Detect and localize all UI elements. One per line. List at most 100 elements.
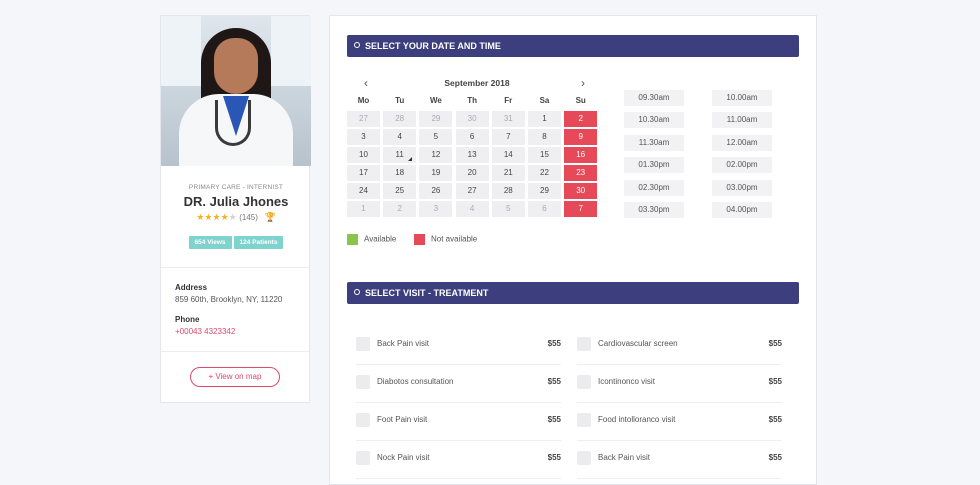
time-slot[interactable]: 01.30pm (624, 157, 684, 174)
time-slot[interactable]: 10.00am (712, 90, 772, 106)
treatment-checkbox[interactable] (577, 413, 591, 427)
treatment-price: $55 (547, 453, 561, 462)
treatment-checkbox[interactable] (577, 451, 591, 465)
time-slot[interactable]: 10.30am (624, 112, 684, 129)
calendar-day[interactable]: 25 (383, 183, 417, 199)
calendar-day[interactable]: 19 (419, 165, 453, 181)
treatment-item[interactable]: Icontinonco visit $55 (577, 367, 782, 405)
calendar-day[interactable]: 26 (419, 183, 453, 199)
time-slot[interactable]: 12.00am (712, 134, 772, 151)
doctor-profile-card: PRIMARY CARE - INTERNIST DR. Julia Jhone… (160, 15, 311, 403)
calendar-day[interactable]: 30 (455, 111, 489, 127)
time-slot[interactable]: 03.30pm (624, 202, 684, 218)
date-time-header-label: SELECT YOUR DATE AND TIME (365, 41, 501, 51)
calendar-day[interactable]: 1 (528, 111, 561, 127)
calendar-day[interactable]: 31 (491, 111, 525, 127)
calendar-day[interactable]: 4 (383, 129, 417, 145)
treatment-price: $55 (768, 339, 782, 348)
calendar-day[interactable]: 15 (528, 147, 561, 163)
stats-badges: 654 Views 124 Patients (161, 236, 311, 249)
calendar-day[interactable]: 2 (383, 201, 417, 217)
next-month-icon[interactable]: › (581, 76, 585, 90)
calendar-day-unavailable[interactable]: 7 (564, 201, 598, 217)
weekday-label: Sa (539, 96, 550, 105)
treatment-price: $55 (547, 415, 561, 424)
calendar-day[interactable]: 5 (419, 129, 453, 145)
calendar-day[interactable]: 20 (455, 165, 489, 181)
treatment-checkbox[interactable] (356, 337, 370, 351)
divider (161, 267, 309, 268)
treatment-item[interactable]: Nock Pain visit $55 (356, 443, 561, 481)
calendar-day-unavailable[interactable]: 16 (564, 147, 598, 163)
treatment-item[interactable]: Diabotos consultation $55 (356, 367, 561, 405)
calendar-day[interactable]: 28 (491, 183, 525, 199)
treatment-item[interactable]: Food intolloranco visit $55 (577, 405, 782, 443)
calendar-day[interactable]: 17 (347, 165, 380, 181)
treatment-item[interactable]: Foot Pain visit $55 (356, 405, 561, 443)
treatment-checkbox[interactable] (577, 337, 591, 351)
view-on-map-label: View on map (215, 372, 262, 381)
calendar-day-unavailable[interactable]: 23 (564, 165, 598, 181)
calendar-day[interactable]: 3 (419, 201, 453, 217)
calendar-day-unavailable[interactable]: 30 (564, 183, 598, 199)
treatment-name: Food intolloranco visit (598, 415, 676, 424)
doctor-name: DR. Julia Jhones (183, 194, 289, 209)
calendar-day[interactable]: 13 (455, 147, 489, 163)
calendar-day[interactable]: 5 (491, 201, 525, 217)
calendar-day[interactable]: 12 (419, 147, 453, 163)
view-on-map-button[interactable]: ⌖ View on map (190, 367, 280, 387)
treatment-item[interactable]: Cardiovascular screen $55 (577, 329, 782, 367)
star-filled-icon: ★ (220, 212, 229, 222)
calendar-day[interactable]: 21 (491, 165, 525, 181)
calendar-day[interactable]: 27 (347, 111, 380, 127)
star-filled-icon: ★ (212, 212, 221, 222)
treatment-checkbox[interactable] (356, 451, 370, 465)
calendar-day[interactable]: 29 (528, 183, 561, 199)
calendar-day[interactable]: 29 (419, 111, 453, 127)
time-slot[interactable]: 02.30pm (624, 179, 684, 196)
phone-link[interactable]: +00043 4323342 (175, 327, 235, 336)
calendar-day[interactable]: 3 (347, 129, 380, 145)
weekday-label: Tu (395, 96, 405, 105)
row-divider (356, 364, 561, 365)
section-bullet-icon (354, 289, 360, 295)
rating-count: (145) (239, 213, 258, 222)
time-slot[interactable]: 02.00pm (712, 157, 772, 174)
patients-badge: 124 Patients (233, 236, 284, 249)
calendar-day-unavailable[interactable]: 9 (564, 129, 598, 145)
calendar-day[interactable]: 1 (347, 201, 380, 217)
calendar-day-unavailable[interactable]: 2 (564, 111, 598, 127)
legend-available: Available (347, 234, 396, 245)
time-slot[interactable]: 11.00am (712, 112, 772, 129)
treatment-checkbox[interactable] (356, 413, 370, 427)
calendar-day[interactable]: 24 (347, 183, 380, 199)
treatment-name: Foot Pain visit (377, 415, 428, 424)
time-slot[interactable]: 09.30am (624, 90, 684, 106)
calendar-day[interactable]: 10 (347, 147, 380, 163)
calendar-day[interactable]: 8 (528, 129, 561, 145)
time-slot[interactable]: 03.00pm (712, 179, 772, 196)
treatment-name: Diabotos consultation (377, 377, 454, 386)
calendar-day[interactable]: 14 (491, 147, 525, 163)
calendar-day[interactable]: 7 (491, 129, 525, 145)
divider (161, 351, 309, 352)
calendar-day[interactable]: 4 (455, 201, 489, 217)
treatment-item[interactable]: Back Pain visit $55 (356, 329, 561, 367)
treatment-checkbox[interactable] (577, 375, 591, 389)
time-slot[interactable]: 11.30am (624, 134, 684, 151)
visit-treatment-header-label: SELECT VISIT - TREATMENT (365, 288, 489, 298)
time-slot[interactable]: 04.00pm (712, 202, 772, 218)
calendar-day[interactable]: 6 (455, 129, 489, 145)
treatment-item[interactable]: Back Pain visit $55 (577, 443, 782, 481)
calendar-day[interactable]: 6 (528, 201, 561, 217)
available-swatch (347, 234, 358, 245)
booking-panel: SELECT YOUR DATE AND TIME ‹ September 20… (329, 15, 817, 485)
calendar-day[interactable]: 28 (383, 111, 417, 127)
calendar-day[interactable]: 22 (528, 165, 561, 181)
calendar-day[interactable]: 27 (455, 183, 489, 199)
phone-label: Phone (175, 315, 200, 324)
row-divider (577, 440, 782, 441)
calendar-day[interactable]: 18 (383, 165, 417, 181)
calendar-day[interactable]: 11 (383, 147, 417, 163)
treatment-checkbox[interactable] (356, 375, 370, 389)
